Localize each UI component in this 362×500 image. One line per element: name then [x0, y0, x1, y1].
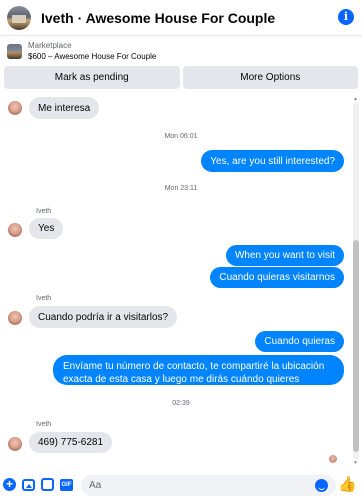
contact-avatar	[8, 311, 22, 325]
sender-name: Iveth	[36, 421, 52, 428]
photo-icon[interactable]	[22, 479, 35, 491]
chat-scrollbar[interactable]: ▲ ▼	[353, 96, 359, 466]
message-outgoing: Cuando quieras	[255, 331, 344, 352]
emoji-icon[interactable]	[315, 479, 328, 492]
message-incoming: Yes	[29, 218, 64, 239]
message-input[interactable]	[81, 475, 336, 496]
sticker-icon[interactable]	[41, 478, 54, 491]
conversation-header: Iveth · Awesome House For Couple i	[0, 0, 362, 36]
message-incoming: Cuando podría ir a visitarlos?	[29, 306, 178, 328]
listing-avatar[interactable]	[7, 5, 31, 30]
scroll-thumb[interactable]	[353, 240, 359, 452]
sender-name: Iveth	[36, 295, 52, 302]
listing-thumbnail	[7, 43, 22, 59]
marketplace-listing[interactable]: Marketplace $600 – Awesome House For Cou…	[0, 37, 362, 65]
contact-avatar	[8, 437, 22, 451]
mark-as-pending-button[interactable]: Mark as pending	[4, 66, 180, 89]
timestamp: 02:39	[172, 400, 190, 407]
thumbs-up-icon[interactable]: 👍	[338, 477, 357, 492]
listing-title: $600 – Awesome House For Couple	[28, 52, 157, 61]
contact-avatar	[8, 223, 22, 237]
message-outgoing: Envíame tu número de contacto, te compar…	[53, 355, 344, 398]
info-icon[interactable]: i	[338, 9, 354, 25]
message-outgoing: When you want to visit	[225, 245, 344, 266]
listing-actions: Mark as pending More Options	[4, 66, 358, 89]
read-receipt-avatar	[329, 455, 337, 463]
message-outgoing: Yes, are you still interested?	[201, 150, 344, 172]
sender-name: Iveth	[36, 208, 52, 215]
message-composer: + GIF 👍	[0, 470, 362, 500]
conversation-title[interactable]: Iveth · Awesome House For Couple	[41, 10, 275, 26]
plus-icon[interactable]: +	[3, 478, 16, 491]
timestamp: Mon 06:01	[164, 133, 198, 140]
more-options-button[interactable]: More Options	[182, 66, 358, 89]
message-incoming: 469) 775-6281	[29, 432, 113, 453]
timestamp: Mon 23:11	[164, 185, 198, 192]
message-outgoing: Cuando quieras visitarnos	[210, 267, 344, 288]
message-incoming: Me interesa	[29, 97, 100, 119]
marketplace-label: Marketplace	[28, 41, 72, 50]
contact-avatar	[8, 101, 22, 115]
gif-icon[interactable]: GIF	[60, 479, 73, 491]
scroll-down-arrow-icon[interactable]: ▼	[353, 460, 358, 466]
